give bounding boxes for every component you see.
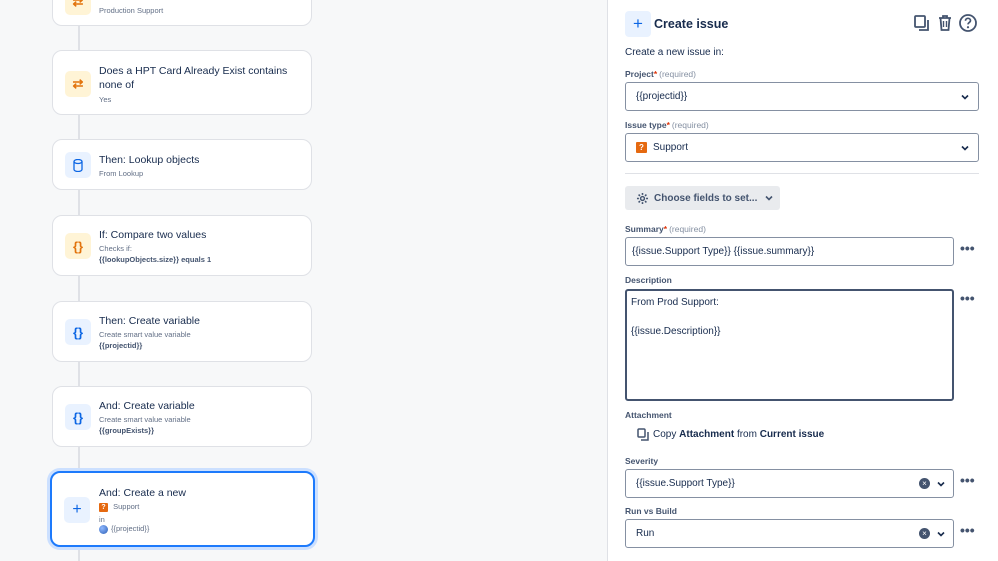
chevron-down-icon — [937, 531, 945, 537]
copy-attachment-option[interactable]: Copy Attachment from Current issue — [637, 428, 824, 441]
card-subtitle: From Lookup — [99, 169, 144, 178]
run-vs-build-more-button[interactable]: ••• — [960, 522, 975, 538]
run-vs-build-select[interactable]: Run × — [625, 519, 954, 548]
card-title: Does a HPT Card Already Exist contains n… — [99, 65, 288, 91]
attachment-label: Attachment — [625, 410, 672, 420]
create-issue-panel: + Create issue Create a new issue in: Pr… — [607, 0, 998, 561]
flow-card-create-variable[interactable]: {} Then: Create variable Create smart va… — [52, 301, 312, 362]
description-line: From Prod Support: — [631, 297, 719, 308]
description-line: {{issue.Description}} — [631, 326, 721, 337]
card-project: {{projectid}} — [99, 524, 149, 534]
panel-intro: Create a new issue in: — [625, 47, 724, 58]
severity-select[interactable]: {{issue.Support Type}} × — [625, 469, 954, 498]
plus-icon: + — [625, 11, 651, 37]
flow-card-condition[interactable]: ⇄ Does a HPT Card Already Exist contains… — [52, 50, 312, 115]
chevron-down-icon — [937, 481, 945, 487]
help-icon[interactable] — [958, 13, 978, 33]
support-issue-icon: ? — [636, 142, 647, 153]
project-select[interactable]: {{projectid}} — [625, 82, 979, 111]
card-subtitle: Production Support — [99, 6, 164, 15]
description-more-button[interactable]: ••• — [960, 290, 975, 306]
choose-fields-button[interactable]: Choose fields to set... — [625, 186, 780, 210]
card-detail: {{projectid}} — [99, 341, 143, 350]
project-label: Project* (required) — [625, 69, 696, 79]
branch-icon: ⇄ — [65, 71, 91, 97]
card-title: And: Create a new — [99, 487, 186, 499]
branch-icon: ⇄ — [65, 0, 91, 15]
description-label: Description — [625, 275, 672, 285]
issue-type-label: Issue type* (required) — [625, 120, 709, 130]
card-title: And: Create variable — [99, 400, 195, 412]
trash-icon[interactable] — [935, 13, 955, 33]
panel-title: Create issue — [654, 17, 729, 31]
card-subtitle: Create smart value variable — [99, 415, 191, 424]
flow-card-production-support[interactable]: ⇄ Production Support — [52, 0, 312, 26]
card-in-label: in — [99, 515, 105, 524]
divider — [625, 173, 979, 174]
issue-type-icon: ? — [99, 502, 108, 512]
card-title: Then: Create variable — [99, 315, 200, 327]
flow-card-create-issue[interactable]: + And: Create a new ? Support in {{proje… — [50, 471, 315, 547]
flow-card-create-variable[interactable]: {} And: Create variable Create smart val… — [52, 386, 312, 447]
card-subtitle: Checks if: — [99, 244, 132, 253]
braces-icon: {} — [65, 233, 91, 259]
duplicate-icon[interactable] — [912, 13, 932, 33]
copy-icon — [637, 428, 649, 441]
gear-icon — [636, 192, 649, 204]
card-detail: {{lookupObjects.size}} equals 1 — [99, 255, 212, 264]
chevron-down-icon — [961, 94, 969, 100]
card-title: If: Compare two values — [99, 229, 207, 241]
flow-card-compare[interactable]: {} If: Compare two values Checks if: {{l… — [52, 215, 312, 276]
card-subtitle: Create smart value variable — [99, 330, 191, 339]
card-detail: {{groupExists}} — [99, 426, 155, 435]
card-subtitle: Yes — [99, 95, 112, 104]
description-textarea[interactable]: From Prod Support: {{issue.Description}} — [625, 289, 954, 401]
summary-more-button[interactable]: ••• — [960, 240, 975, 256]
severity-label: Severity — [625, 456, 659, 466]
summary-label: Summary* (required) — [625, 224, 706, 234]
chevron-down-icon — [765, 195, 773, 201]
severity-more-button[interactable]: ••• — [960, 472, 975, 488]
card-title: Then: Lookup objects — [99, 154, 200, 166]
clear-icon[interactable]: × — [919, 528, 930, 539]
braces-icon: {} — [65, 319, 91, 345]
run-vs-build-label: Run vs Build — [625, 506, 677, 516]
project-avatar-icon — [99, 524, 108, 534]
database-icon — [65, 152, 91, 178]
card-issue-type: ? Support — [99, 502, 139, 512]
plus-icon: + — [64, 497, 90, 523]
flow-card-lookup[interactable]: Then: Lookup objects From Lookup — [52, 139, 312, 190]
chevron-down-icon — [961, 145, 969, 151]
braces-icon: {} — [65, 404, 91, 430]
rule-flow-canvas: ⇄ Production Support ⇄ Does a HPT Card A… — [0, 0, 606, 561]
issue-type-select[interactable]: ? Support — [625, 133, 979, 162]
summary-input[interactable]: {{issue.Support Type}} {{issue.summary}} — [625, 237, 954, 266]
clear-icon[interactable]: × — [919, 478, 930, 489]
